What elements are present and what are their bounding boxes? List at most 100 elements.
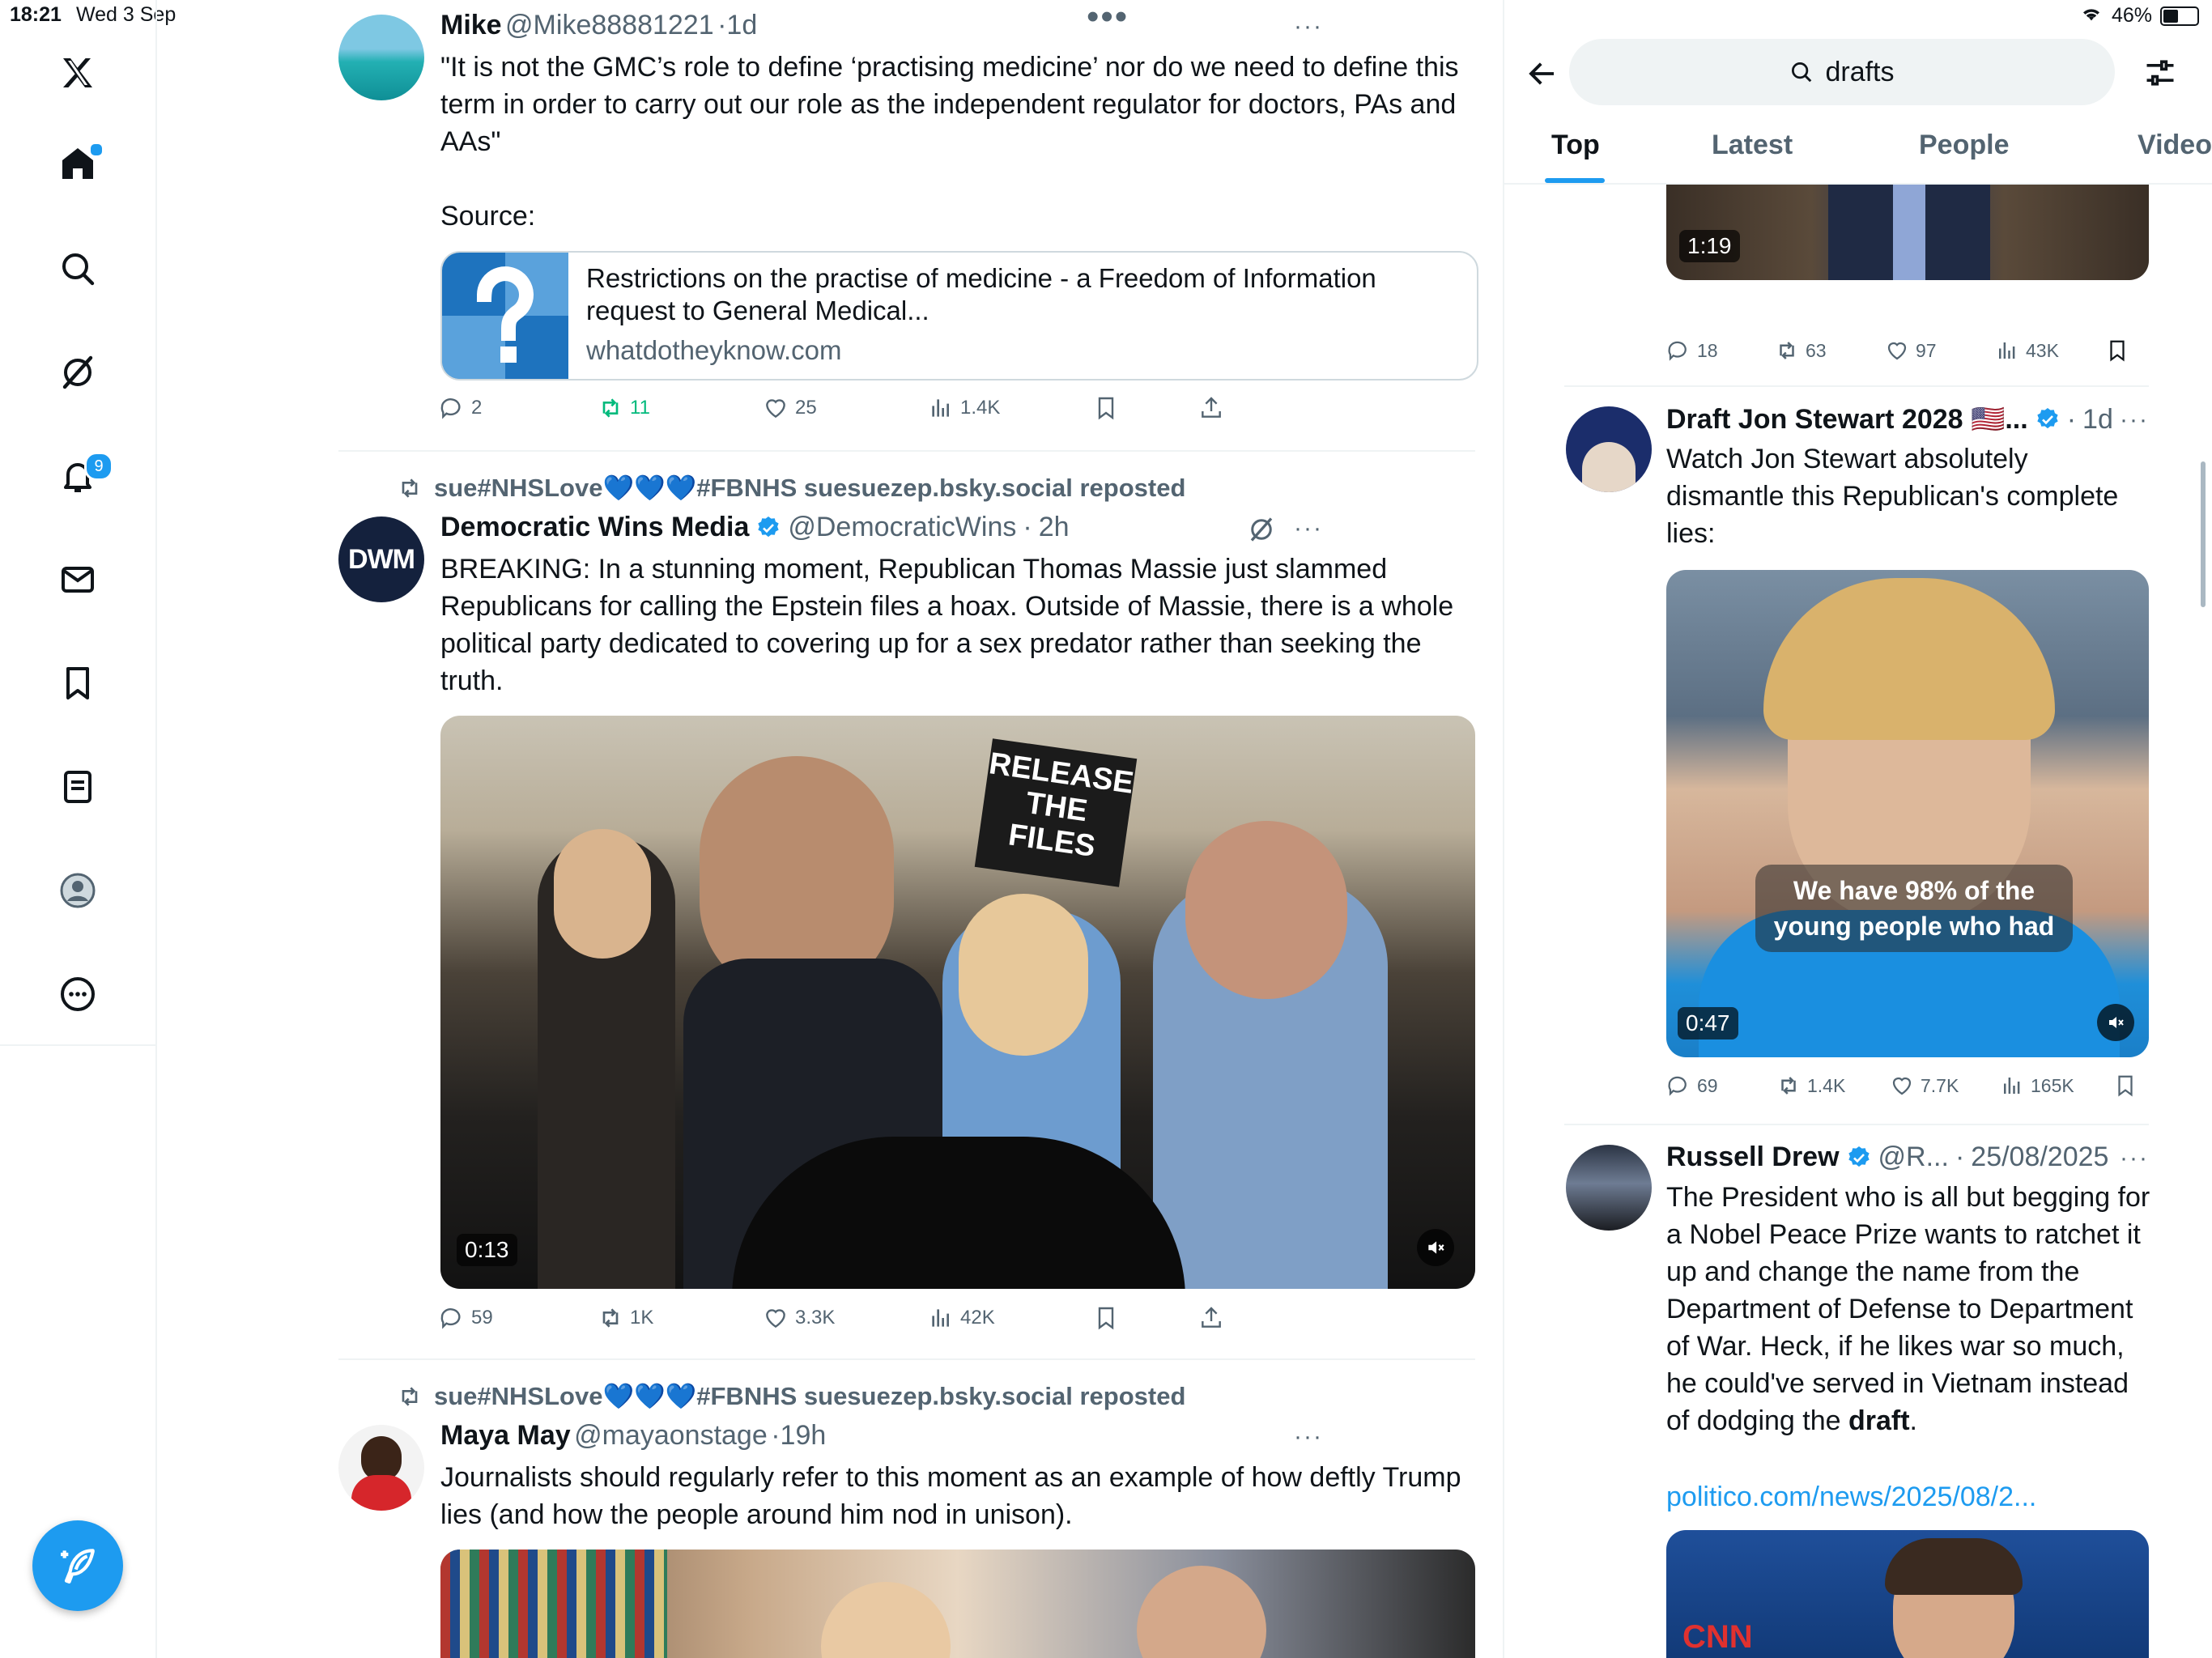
- home-icon[interactable]: [45, 131, 110, 196]
- author-handle[interactable]: @mayaonstage: [574, 1420, 768, 1451]
- link-card-image[interactable]: CNN: [1666, 1530, 2149, 1658]
- post-time[interactable]: 19h: [781, 1420, 827, 1451]
- views-count: 43K: [2026, 339, 2059, 361]
- bookmarks-icon[interactable]: [45, 651, 110, 716]
- post-more-icon[interactable]: ···: [1294, 1423, 1323, 1451]
- like-button[interactable]: 7.7K: [1890, 1073, 2000, 1098]
- compose-post-button[interactable]: [32, 1520, 123, 1611]
- dot-separator: ·: [1955, 1141, 1965, 1172]
- post-time[interactable]: 1d: [2082, 404, 2113, 436]
- reply-button[interactable]: 69: [1666, 1073, 1776, 1098]
- bookmark-button[interactable]: [1093, 1305, 1198, 1331]
- repost-context-text: sue#NHSLove💙💙💙#FBNHS suesuezep.bsky.soci…: [434, 474, 1186, 502]
- post-more-icon[interactable]: ···: [2120, 406, 2149, 434]
- post-header: Draft Jon Stewart 2028 🇺🇸... · 1d: [1666, 403, 2113, 436]
- post-text: The President who is all but begging for…: [1666, 1179, 2152, 1439]
- mute-icon[interactable]: [2097, 1004, 2134, 1041]
- views-button[interactable]: 43K: [1995, 338, 2105, 363]
- post-actions: 69 1.4K 7.7K 165K: [1666, 1073, 2168, 1098]
- notifications-bell-icon[interactable]: 9: [45, 444, 113, 508]
- views-button[interactable]: 165K: [2000, 1073, 2113, 1098]
- author-handle[interactable]: @R...: [1878, 1141, 1949, 1173]
- messages-envelope-icon[interactable]: [45, 547, 110, 612]
- back-arrow-icon[interactable]: [1525, 57, 1559, 95]
- video-duration: 1:19: [1679, 230, 1740, 262]
- author-name[interactable]: Draft Jon Stewart 2028 🇺🇸...: [1666, 403, 2028, 436]
- search-input[interactable]: drafts: [1569, 39, 2115, 105]
- share-button[interactable]: [1198, 395, 1224, 421]
- views-button[interactable]: 42K: [928, 1305, 1093, 1331]
- avatar[interactable]: [1566, 406, 1652, 492]
- bookmark-button[interactable]: [2105, 338, 2129, 363]
- tab-video[interactable]: Video: [2138, 130, 2212, 161]
- feed-drag-handle[interactable]: •••: [1087, 0, 1129, 37]
- search-icon[interactable]: [45, 236, 110, 301]
- post-more-icon[interactable]: ···: [1294, 13, 1323, 40]
- link-card-title: Restrictions on the practise of medicine…: [586, 263, 1376, 325]
- repost-button[interactable]: 1.4K: [1776, 1073, 1890, 1098]
- like-button[interactable]: 25: [763, 395, 928, 421]
- author-name[interactable]: Maya May: [440, 1420, 571, 1451]
- post-time[interactable]: 1d: [726, 10, 757, 40]
- post-text: Journalists should regularly refer to th…: [440, 1462, 1461, 1530]
- tab-latest[interactable]: Latest: [1712, 130, 1793, 161]
- repost-button[interactable]: 1K: [598, 1305, 763, 1331]
- bookmark-icon: [1098, 1307, 1114, 1330]
- dot-separator: ·: [771, 1420, 781, 1451]
- avatar[interactable]: [338, 15, 424, 100]
- post-time[interactable]: 25/08/2025: [1971, 1141, 2108, 1173]
- repost-count: 63: [1806, 339, 1827, 361]
- post-media-image[interactable]: [440, 1550, 1475, 1658]
- source-label: Source:: [440, 201, 536, 232]
- views-count: 165K: [2031, 1074, 2074, 1096]
- avatar[interactable]: [1566, 1145, 1652, 1231]
- share-button[interactable]: [1198, 1305, 1224, 1331]
- views-button[interactable]: 1.4K: [928, 395, 1093, 421]
- post-text: "It is not the GMC’s role to define ‘pra…: [440, 52, 1459, 157]
- more-options-icon[interactable]: [45, 962, 110, 1027]
- author-name[interactable]: Democratic Wins Media: [440, 512, 749, 543]
- repost-context[interactable]: sue#NHSLove💙💙💙#FBNHS suesuezep.bsky.soci…: [397, 473, 1185, 503]
- tab-people[interactable]: People: [1919, 130, 2009, 161]
- video-player[interactable]: We have 98% of the young people who had …: [1666, 570, 2149, 1057]
- post-more-icon[interactable]: ···: [2120, 1145, 2149, 1172]
- reply-button[interactable]: 18: [1666, 338, 1775, 363]
- repost-button[interactable]: 63: [1775, 338, 1885, 363]
- x-logo-icon[interactable]: [45, 40, 110, 105]
- author-name[interactable]: Russell Drew: [1666, 1141, 1840, 1173]
- repost-context[interactable]: sue#NHSLove💙💙💙#FBNHS suesuezep.bsky.soci…: [397, 1381, 1185, 1411]
- author-handle[interactable]: @DemocraticWins: [788, 512, 1016, 543]
- repost-count: 1K: [630, 1307, 654, 1329]
- notifications-badge: 9: [84, 452, 113, 481]
- post-time[interactable]: 2h: [1039, 512, 1070, 543]
- grok-explain-icon[interactable]: [1247, 515, 1276, 548]
- mute-icon[interactable]: [1417, 1229, 1454, 1266]
- tab-top[interactable]: Top: [1551, 130, 1600, 161]
- post-link[interactable]: politico.com/news/2025/08/2...: [1666, 1478, 2036, 1516]
- video-player[interactable]: RELEASE THE FILES 0:13: [440, 716, 1475, 1289]
- image-figure: [1885, 1538, 2023, 1595]
- repost-button[interactable]: 11: [598, 395, 763, 421]
- home-unread-dot: [89, 142, 104, 157]
- like-button[interactable]: 3.3K: [763, 1305, 928, 1331]
- avatar[interactable]: [338, 1425, 424, 1511]
- search-filter-icon[interactable]: [2142, 55, 2178, 95]
- like-button[interactable]: 97: [1885, 338, 1995, 363]
- like-count: 97: [1916, 339, 1937, 361]
- profile-icon[interactable]: [45, 858, 110, 923]
- bookmark-button[interactable]: [1093, 395, 1198, 421]
- post-separator: [1564, 385, 2149, 387]
- author-handle[interactable]: @Mike88881221: [505, 10, 714, 40]
- scrollbar[interactable]: [2201, 461, 2206, 607]
- reply-button[interactable]: 2: [439, 395, 598, 421]
- author-name[interactable]: Mike: [440, 10, 502, 40]
- bookmark-button[interactable]: [2113, 1073, 2138, 1098]
- lists-icon[interactable]: [45, 755, 110, 819]
- post-more-icon[interactable]: ···: [1294, 515, 1323, 542]
- avatar[interactable]: DWM: [338, 517, 424, 602]
- link-card[interactable]: Restrictions on the practise of medicine…: [440, 251, 1478, 380]
- reply-button[interactable]: 59: [439, 1305, 598, 1331]
- cnn-logo: CNN: [1682, 1619, 1753, 1655]
- video-player[interactable]: 1:19: [1666, 185, 2149, 280]
- grok-icon[interactable]: [45, 340, 110, 405]
